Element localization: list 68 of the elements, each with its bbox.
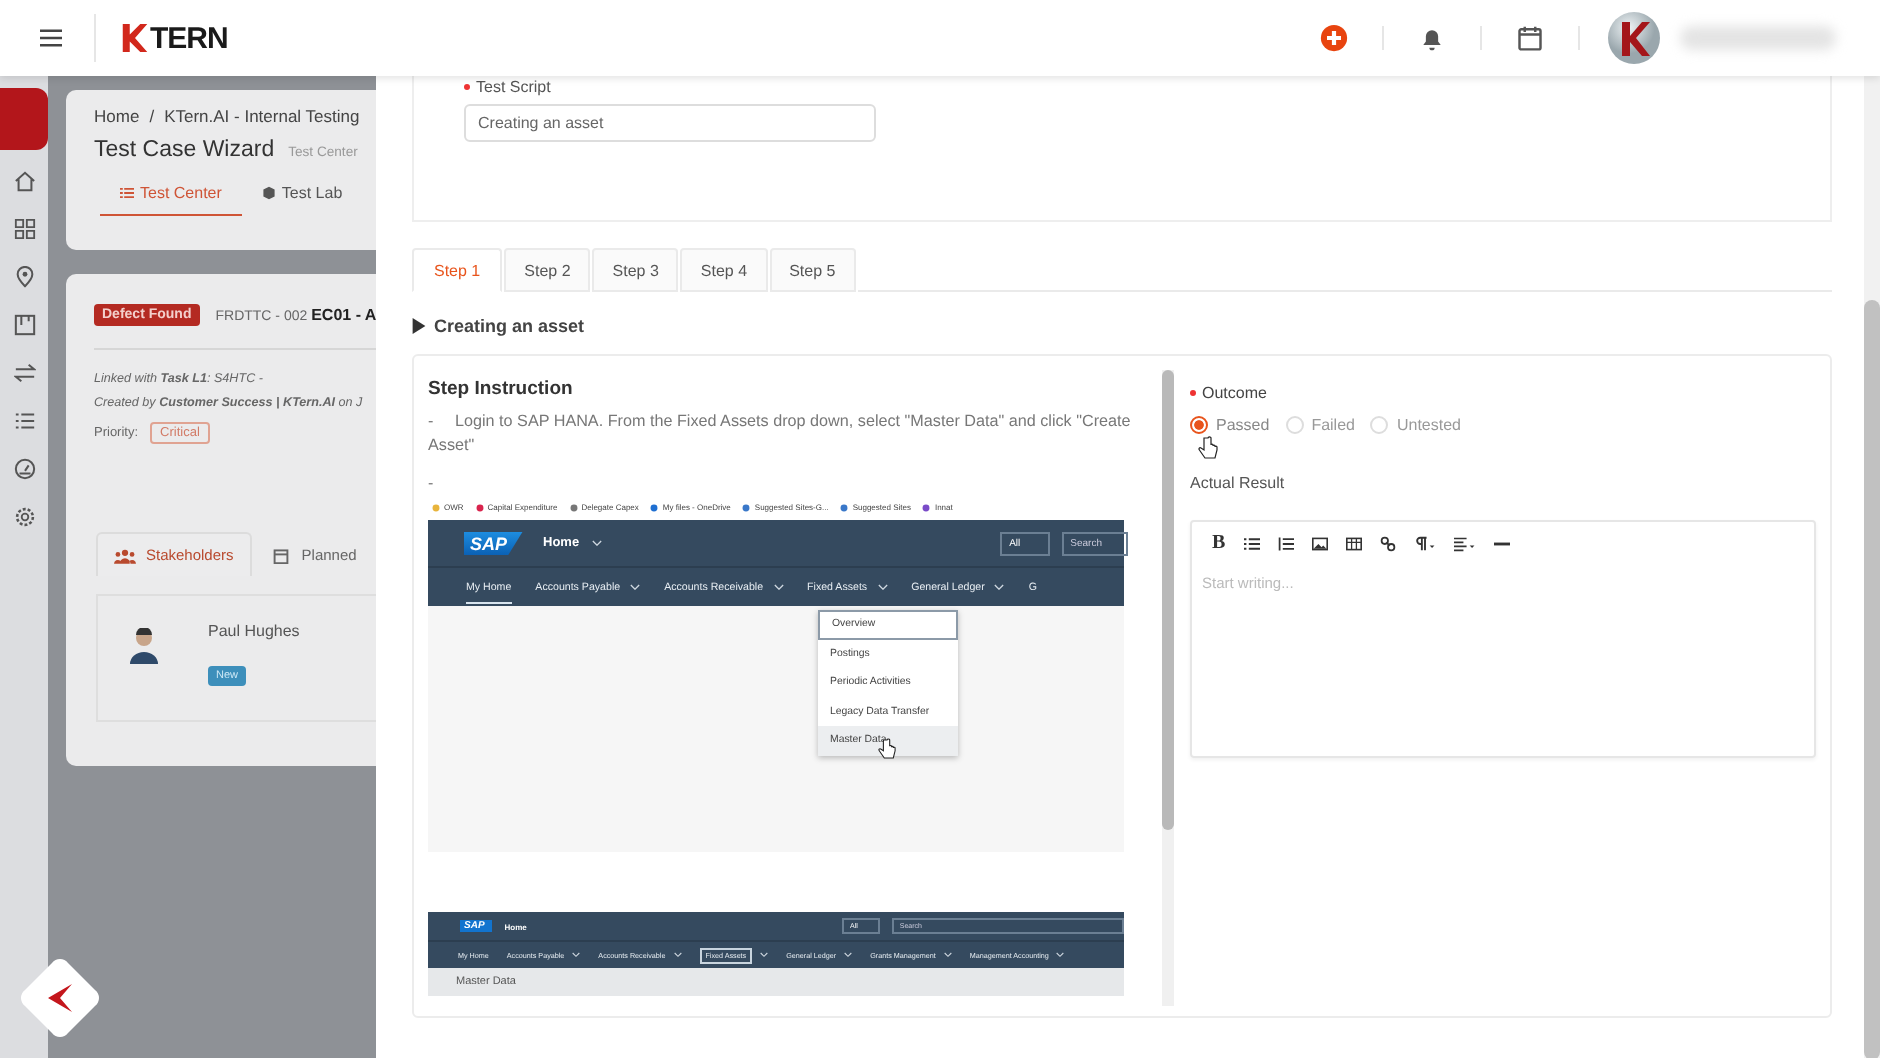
logo-icon xyxy=(122,24,148,52)
transfer-icon[interactable] xyxy=(13,362,35,384)
instruction-text: - xyxy=(428,474,436,494)
align-icon[interactable] xyxy=(1453,535,1476,551)
bullet-list-icon[interactable] xyxy=(1243,535,1260,551)
bookmark-icon xyxy=(742,503,751,511)
list-icon xyxy=(120,186,134,200)
section-title: Creating an asset xyxy=(434,316,585,336)
bookmark-icon xyxy=(432,503,440,511)
field-label: Actual Result xyxy=(1190,474,1287,492)
step-tab[interactable]: Step 4 xyxy=(680,248,768,292)
avatar-icon[interactable] xyxy=(1608,12,1660,64)
radio-icon xyxy=(1190,416,1208,434)
paragraph-icon[interactable] xyxy=(1413,535,1436,551)
scrollbar-thumb[interactable] xyxy=(1864,300,1880,1058)
link-icon[interactable] xyxy=(1379,535,1396,551)
bookmark-icon xyxy=(650,503,659,511)
breadcrumb-link[interactable]: KTern.AI - Internal Testing xyxy=(164,106,360,126)
bold-button[interactable]: B xyxy=(1212,532,1226,554)
numbered-list-icon[interactable] xyxy=(1277,535,1294,551)
test-script-field[interactable]: Creating an asset xyxy=(464,104,876,142)
bell-icon[interactable] xyxy=(1418,24,1446,52)
page-title: Test Case Wizard xyxy=(94,138,275,162)
field-label: Outcome xyxy=(1202,384,1267,402)
chevron-icon xyxy=(591,539,602,547)
settings-icon[interactable] xyxy=(13,506,35,528)
breadcrumb-link[interactable]: Home xyxy=(94,106,140,126)
add-icon[interactable] xyxy=(1320,24,1348,52)
sap-logo: SAP xyxy=(464,531,524,555)
step-tab[interactable]: Step 3 xyxy=(592,248,679,292)
step-tab[interactable]: Step 5 xyxy=(769,248,856,292)
bookmark-icon xyxy=(840,503,849,511)
page-tab[interactable]: Test Lab xyxy=(241,184,363,216)
bookmark-icon xyxy=(922,503,931,511)
users-icon xyxy=(114,547,136,563)
radio-icon xyxy=(1285,416,1304,434)
table-icon[interactable] xyxy=(1345,535,1362,551)
hand-cursor-icon xyxy=(878,738,896,760)
scrollbar-thumb[interactable] xyxy=(1162,370,1174,830)
step-tab[interactable]: Step 1 xyxy=(412,248,503,292)
sidebar-header xyxy=(0,88,48,150)
calendar-icon xyxy=(269,547,292,563)
logo-text: TERN xyxy=(150,21,228,55)
triangle-icon[interactable] xyxy=(412,318,426,334)
grid-icon[interactable] xyxy=(13,218,35,240)
section-heading: Step Instruction xyxy=(428,378,575,400)
step-tab[interactable]: Step 2 xyxy=(504,248,591,292)
page-tab[interactable]: Test Center xyxy=(100,184,242,216)
menu-icon[interactable] xyxy=(40,28,62,48)
breadcrumb-separator: / xyxy=(149,106,155,126)
home-icon[interactable] xyxy=(13,170,35,192)
location-icon[interactable] xyxy=(13,266,35,288)
bookmark-icon xyxy=(569,503,578,511)
gauge-icon[interactable] xyxy=(13,458,35,480)
board-icon[interactable] xyxy=(13,314,35,336)
cube-icon xyxy=(261,186,276,200)
image-icon[interactable] xyxy=(1311,535,1328,551)
instruction-text: - Login to SAP HANA. From the Fixed Assets drop down, select "Master Data" and click "Create Asset" xyxy=(428,410,1133,458)
assistant-button[interactable] xyxy=(18,956,102,1040)
radio-option[interactable]: Passed xyxy=(1190,416,1270,434)
list-icon[interactable] xyxy=(13,410,35,432)
bookmark-icon xyxy=(475,503,484,511)
hand-cursor-icon xyxy=(1198,436,1218,460)
stakeholder-name: Paul Hughes xyxy=(208,622,300,640)
person-icon xyxy=(128,628,160,664)
calendar-icon[interactable] xyxy=(1516,24,1544,52)
radio-icon xyxy=(1370,416,1389,434)
field-label: Test Script xyxy=(476,76,551,96)
